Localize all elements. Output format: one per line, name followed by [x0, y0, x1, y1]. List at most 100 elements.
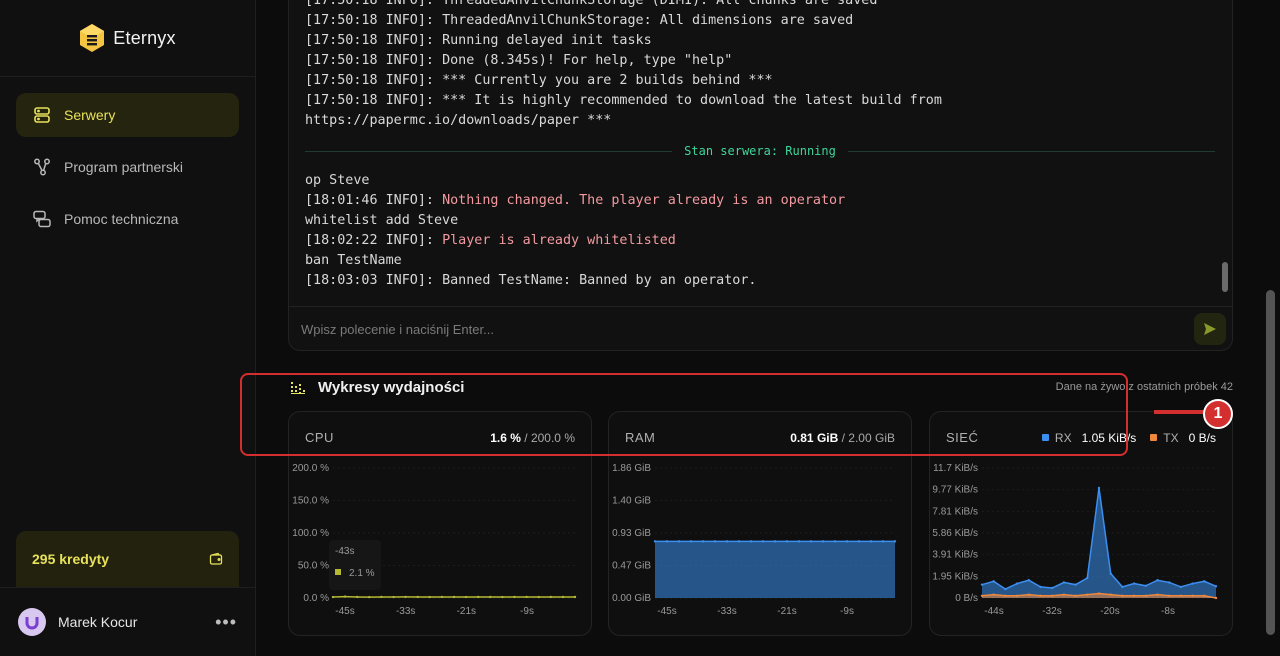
cpu-sep: / [520, 430, 531, 445]
data-point [380, 595, 383, 599]
server-status: Stan serwera: Running [684, 144, 836, 158]
data-point [573, 595, 577, 599]
wallet-icon[interactable] [209, 552, 223, 566]
data-point [1144, 584, 1147, 587]
console-line: whitelist add Steve [305, 211, 1215, 231]
y-tick-label: 1.40 GiB [612, 496, 651, 507]
ram-usage: 0.81 GiB / 2.00 GiB [790, 431, 895, 445]
data-point [1121, 594, 1124, 597]
data-point [1156, 593, 1159, 596]
y-tick-label: 100.0 % [292, 528, 329, 539]
net-card-header: SIEĆ RX 1.05 KiB/s TX 0 B/s [946, 430, 1216, 445]
net-chart[interactable]: 11.7 KiB/s 9.77 KiB/s 7.81 KiB/s 5.86 KiB/s… [930, 460, 1234, 630]
data-point [356, 595, 359, 599]
data-point [1051, 586, 1054, 590]
console-line: [17:50:18 INFO]: *** It is highly recomm… [305, 91, 1215, 111]
user-profile[interactable]: Marek Kocur ••• [0, 587, 255, 656]
credits-box[interactable]: 295 kredyty [16, 531, 239, 587]
sidebar-item-partner[interactable]: Program partnerski [16, 145, 239, 189]
console-line: [17:50:18 INFO]: Running delayed init ta… [305, 31, 1215, 51]
data-point [1214, 585, 1218, 588]
data-point [537, 595, 540, 599]
data-point [809, 540, 813, 543]
tooltip-value: 2.1 % [349, 568, 375, 579]
data-point [1179, 594, 1183, 597]
command-input[interactable] [301, 321, 1194, 337]
performance-title: Wykresy wydajności [318, 378, 465, 396]
console-scrollbar-thumb[interactable] [1222, 262, 1228, 292]
data-point [416, 595, 419, 599]
console-line: [17:50:18 INFO]: ThreadedAnvilChunkStora… [305, 11, 1215, 31]
data-point [549, 595, 552, 599]
console-line-prefix: [18:01:46 INFO]: [305, 193, 443, 208]
tx-value: 0 B/s [1188, 430, 1216, 445]
series-area [982, 488, 1216, 598]
y-tick-label: 7.81 KiB/s [932, 506, 978, 517]
data-point [1004, 587, 1007, 591]
command-bar [289, 306, 1232, 351]
chat-icon [33, 210, 51, 228]
series-area [655, 541, 895, 598]
data-point [1051, 594, 1054, 597]
data-point [1203, 580, 1206, 583]
data-point [1027, 593, 1030, 596]
sidebar-item-label: Serwery [64, 107, 116, 123]
data-point [477, 595, 480, 599]
sidebar-nav: Serwery Program partnerski Pomoc technic… [0, 77, 255, 241]
tx-label: TX [1163, 430, 1179, 445]
data-point [1086, 593, 1089, 596]
data-point [428, 595, 431, 599]
ram-value: 0.81 GiB [790, 430, 839, 445]
sidebar-item-support[interactable]: Pomoc techniczna [16, 197, 239, 241]
data-point [368, 595, 371, 599]
user-menu-button[interactable]: ••• [215, 612, 237, 633]
annotation-line [1154, 410, 1204, 414]
tx-swatch [1150, 434, 1158, 441]
data-point [773, 540, 777, 543]
cpu-tooltip: -43s 2.1 % [329, 540, 381, 590]
sidebar: Eternyx Serwery Program partnerski Pomoc… [0, 0, 256, 656]
data-point [1156, 579, 1159, 582]
sidebar-item-servers[interactable]: Serwery [16, 93, 239, 137]
console-line: [18:01:46 INFO]: Nothing changed. The pl… [305, 191, 1215, 211]
data-point [1039, 594, 1042, 597]
data-point [761, 540, 765, 543]
data-point [881, 540, 885, 543]
data-point [1191, 582, 1194, 585]
x-tick-label: -45s [335, 606, 354, 617]
data-point [785, 540, 789, 543]
data-point [1109, 572, 1112, 575]
y-tick-label: 150.0 % [292, 496, 329, 507]
data-point [331, 595, 335, 599]
data-point [1097, 486, 1101, 490]
ram-chart[interactable]: 1.86 GiB 1.40 GiB 0.93 GiB 0.47 GiB 0.00 GiB… [609, 460, 913, 630]
data-point [701, 540, 705, 543]
data-point [1015, 582, 1019, 585]
page-scrollbar[interactable] [1266, 290, 1275, 635]
cpu-max: 200.0 % [530, 430, 575, 445]
y-tick-label: 0 B/s [955, 593, 978, 604]
console-scrollbar[interactable] [1222, 5, 1228, 300]
console-line-prefix: [17:50:18 INFO]: [305, 53, 443, 68]
y-tick-label: 1.95 KiB/s [932, 571, 978, 582]
server-console: [17:50:18 INFO]: ThreadedAnvilChunkStora… [288, 0, 1233, 351]
cpu-usage: 1.6 % / 200.0 % [490, 431, 575, 445]
y-tick-label: 200.0 % [292, 463, 329, 474]
data-point [1191, 594, 1194, 597]
send-button[interactable] [1194, 313, 1226, 345]
data-point [857, 540, 861, 543]
data-point [1027, 579, 1030, 582]
data-point [1203, 594, 1206, 597]
rx-label: RX [1054, 430, 1072, 445]
data-point [1039, 585, 1042, 589]
cpu-chart[interactable]: 200.0 % 150.0 % 100.0 % 50.0 % 0.0 % -45s -33s… [289, 460, 593, 630]
bar-chart-icon [291, 382, 305, 394]
cpu-card: CPU 1.6 % / 200.0 % 200.0 % 150.0 % 100.0 … [288, 411, 592, 636]
data-point [1121, 585, 1124, 589]
console-line-text: ThreadedAnvilChunkStorage (DIM1): All ch… [442, 0, 878, 8]
brand[interactable]: Eternyx [0, 0, 255, 77]
ram-card-header: RAM 0.81 GiB / 2.00 GiB [625, 430, 895, 445]
console-line: op Steve [305, 171, 1215, 191]
data-point [980, 583, 984, 586]
data-point [1214, 596, 1218, 600]
